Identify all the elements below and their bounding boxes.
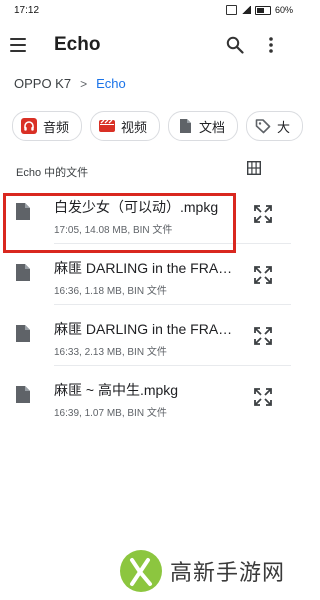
breadcrumb-current[interactable]: Echo (96, 76, 126, 91)
file-name: 麻匪 DARLING in the FRANXX.mpkg (54, 321, 234, 337)
battery-level: 60% (274, 5, 293, 15)
video-icon (99, 119, 116, 132)
file-meta: 16:36, 1.18 MB, BIN 文件 (54, 286, 167, 297)
category-chips: 音频 视频 文档 大 (12, 111, 304, 141)
expand-icon[interactable] (253, 265, 273, 285)
file-row[interactable]: 麻匪 ~ 高中生.mpkg 16:39, 1.07 MB, BIN 文件 (0, 366, 303, 427)
breadcrumb: OPPO K7 > Echo (14, 76, 126, 91)
status-time: 17:12 (14, 4, 40, 16)
file-icon (16, 264, 30, 281)
file-icon (16, 203, 30, 220)
grid-view-icon[interactable] (247, 161, 261, 175)
chip-audio[interactable]: 音频 (12, 111, 83, 141)
wifi-icon (225, 5, 237, 15)
label-icon (255, 119, 271, 134)
breadcrumb-root[interactable]: OPPO K7 (14, 76, 71, 91)
more-vert-icon[interactable] (266, 36, 276, 54)
status-indicators: 60% (225, 5, 293, 15)
expand-icon[interactable] (253, 326, 273, 346)
file-meta: 16:39, 1.07 MB, BIN 文件 (54, 408, 167, 419)
file-name: 白发少女（可以动）.mpkg (54, 199, 219, 215)
chip-video[interactable]: 视频 (90, 111, 161, 141)
app-bar: Echo (0, 20, 303, 72)
chip-label: 文档 (199, 119, 226, 135)
file-row[interactable]: 白发少女（可以动）.mpkg 17:05, 14.08 MB, BIN 文件 (0, 183, 303, 244)
expand-icon[interactable] (253, 204, 273, 224)
status-bar: 17:12 60% (0, 0, 303, 20)
signal-icon (240, 6, 251, 14)
watermark-logo (120, 550, 162, 592)
file-meta: 16:33, 2.13 MB, BIN 文件 (54, 347, 167, 358)
chip-documents[interactable]: 文档 (168, 111, 239, 141)
chip-large-files[interactable]: 大 (246, 111, 304, 141)
menu-icon[interactable] (10, 38, 26, 52)
battery-icon (254, 5, 271, 15)
file-row[interactable]: 麻匪 DARLING in the FRANXX.mpkg 16:36, 1.1… (0, 244, 303, 305)
search-icon[interactable] (226, 36, 244, 54)
audio-icon (21, 118, 37, 134)
chip-label: 视频 (121, 119, 148, 135)
file-icon (16, 386, 30, 403)
file-list: 白发少女（可以动）.mpkg 17:05, 14.08 MB, BIN 文件 麻… (0, 183, 303, 427)
chip-label: 音频 (43, 119, 70, 135)
document-icon (180, 119, 192, 133)
file-meta: 17:05, 14.08 MB, BIN 文件 (54, 225, 173, 236)
chip-label: 大 (277, 119, 291, 135)
breadcrumb-separator: > (80, 76, 88, 91)
file-icon (16, 325, 30, 342)
section-title: Echo 中的文件 (16, 167, 89, 179)
file-row[interactable]: 麻匪 DARLING in the FRANXX.mpkg 16:33, 2.1… (0, 305, 303, 366)
watermark: 高新手游网 (118, 548, 285, 594)
file-name: 麻匪 DARLING in the FRANXX.mpkg (54, 260, 234, 276)
file-name: 麻匪 ~ 高中生.mpkg (54, 382, 179, 398)
watermark-text: 高新手游网 (170, 560, 286, 585)
page-title: Echo (54, 34, 101, 55)
expand-icon[interactable] (253, 387, 273, 407)
